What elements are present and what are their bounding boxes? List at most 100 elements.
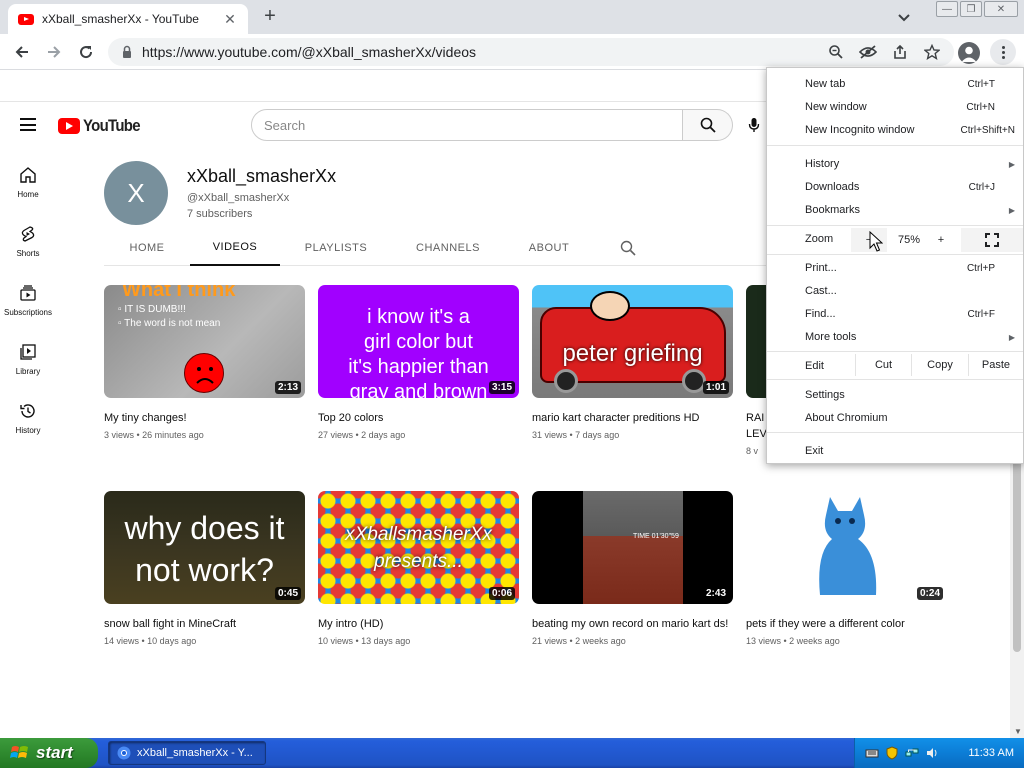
menu-item-settings[interactable]: Settings <box>767 384 1023 406</box>
menu-item-exit[interactable]: Exit <box>767 440 1023 462</box>
video-thumbnail[interactable]: why does it not work? 0:45 <box>104 491 305 604</box>
subscriptions-icon <box>20 285 36 301</box>
eye-slash-icon[interactable] <box>858 42 878 62</box>
video-title[interactable]: beating my own record on mario kart ds! <box>532 616 733 632</box>
menu-item-find[interactable]: Find... Ctrl+F <box>767 303 1023 325</box>
thumb-text: ▫ The word is not mean <box>118 318 221 329</box>
lock-icon[interactable] <box>120 45 134 59</box>
youtube-logo[interactable]: YouTube <box>58 116 148 136</box>
video-card[interactable]: 0:24 pets if they were a different color… <box>746 491 947 646</box>
new-tab-button[interactable]: + <box>258 5 282 29</box>
volume-icon[interactable] <box>925 746 939 760</box>
minimize-button[interactable]: — <box>936 1 958 17</box>
microphone-icon[interactable] <box>748 117 760 133</box>
reload-icon[interactable] <box>74 41 98 63</box>
tab-home[interactable]: HOME <box>104 230 190 266</box>
security-shield-icon[interactable] <box>885 746 899 760</box>
address-bar[interactable]: https://www.youtube.com/@xXball_smasherX… <box>108 38 954 66</box>
guide-item-library[interactable]: Library <box>0 335 56 394</box>
zoom-icon[interactable] <box>826 42 846 62</box>
tab-playlists[interactable]: PLAYLISTS <box>290 230 382 266</box>
menu-item-cast[interactable]: Cast... <box>767 280 1023 302</box>
guide-sidebar: Home Shorts Subscriptions Library Histor… <box>0 158 56 453</box>
tab-search-icon[interactable] <box>892 8 916 28</box>
guide-label: Library <box>15 367 41 376</box>
video-thumbnail[interactable]: xXballsmasherXx presents... 0:06 <box>318 491 519 604</box>
video-card[interactable]: why does it not work? 0:45 snow ball fig… <box>104 491 305 646</box>
menu-item-label: New tab <box>805 78 846 90</box>
clock[interactable]: 11:33 AM <box>968 747 1014 759</box>
menu-item-new-incognito[interactable]: New Incognito window Ctrl+Shift+N <box>767 119 1023 141</box>
tab-close-icon[interactable]: ✕ <box>222 11 238 28</box>
tab-videos[interactable]: VIDEOS <box>190 230 280 266</box>
video-title[interactable]: RAI LEV <box>746 410 766 442</box>
profile-avatar-icon[interactable] <box>958 42 980 64</box>
tab-channels[interactable]: CHANNELS <box>402 230 494 266</box>
guide-item-history[interactable]: History <box>0 394 56 453</box>
menu-item-more-tools[interactable]: More tools ▶ <box>767 326 1023 348</box>
video-card[interactable]: TIME 01'30"59 2:43 beating my own record… <box>532 491 733 646</box>
forward-icon[interactable] <box>42 41 66 63</box>
menu-item-new-tab[interactable]: New tab Ctrl+T <box>767 73 1023 95</box>
close-window-button[interactable]: ✕ <box>984 1 1018 17</box>
zoom-row: Zoom − 75% + <box>767 228 1023 252</box>
home-icon <box>20 167 36 183</box>
video-meta: 27 views • 2 days ago <box>318 430 406 440</box>
video-thumbnail[interactable]: i know it's a girl color but it's happie… <box>318 285 519 398</box>
wheel-icon <box>554 369 578 393</box>
menu-item-new-window[interactable]: New window Ctrl+N <box>767 96 1023 118</box>
fullscreen-button[interactable] <box>961 228 1023 252</box>
share-icon[interactable] <box>890 42 910 62</box>
video-title[interactable]: My tiny changes! <box>104 410 305 426</box>
video-title[interactable]: My intro (HD) <box>318 616 519 632</box>
browser-tab[interactable]: xXball_smasherXx - YouTube ✕ <box>8 4 248 34</box>
video-thumbnail[interactable]: What I think ▫ IT IS DUMB!!! ▫ The word … <box>104 285 305 398</box>
menu-item-history[interactable]: History ▶ <box>767 153 1023 175</box>
search-button[interactable] <box>683 109 733 141</box>
video-thumbnail[interactable]: TIME 01'30"59 2:43 <box>532 491 733 604</box>
cat-illustration <box>796 495 896 600</box>
channel-search-icon[interactable] <box>620 240 636 256</box>
menu-item-bookmarks[interactable]: Bookmarks ▶ <box>767 199 1023 221</box>
guide-label: Home <box>17 190 39 199</box>
video-thumbnail[interactable] <box>746 285 766 398</box>
video-title[interactable]: mario kart character preditions HD <box>532 410 733 426</box>
video-card[interactable]: xXballsmasherXx presents... 0:06 My intr… <box>318 491 519 646</box>
scroll-down-arrow-icon[interactable]: ▼ <box>1014 727 1022 736</box>
menu-shortcut: Ctrl+J <box>968 181 995 193</box>
chrome-menu-button[interactable] <box>990 39 1016 65</box>
channel-avatar[interactable]: X <box>104 161 168 225</box>
video-thumbnail[interactable]: 0:24 <box>746 491 947 604</box>
bookmark-star-icon[interactable] <box>922 42 942 62</box>
video-card[interactable]: i know it's a girl color but it's happie… <box>318 285 519 440</box>
submenu-arrow-icon: ▶ <box>1008 332 1015 342</box>
start-button[interactable]: start <box>0 738 98 768</box>
taskbar-item-chromium[interactable]: xXball_smasherXx - Y... <box>108 741 266 765</box>
network-icon[interactable] <box>905 746 919 760</box>
video-thumbnail[interactable]: peter griefing 1:01 <box>532 285 733 398</box>
video-card[interactable]: peter griefing 1:01 mario kart character… <box>532 285 733 440</box>
video-title[interactable]: Top 20 colors <box>318 410 519 426</box>
menu-item-about[interactable]: About Chromium <box>767 407 1023 429</box>
paste-button[interactable]: Paste <box>968 354 1023 376</box>
cut-button[interactable]: Cut <box>855 354 911 376</box>
video-title[interactable]: pets if they were a different color <box>746 616 947 632</box>
copy-button[interactable]: Copy <box>911 354 968 376</box>
guide-item-shorts[interactable]: Shorts <box>0 217 56 276</box>
menu-shortcut: Ctrl+F <box>967 308 996 320</box>
maximize-button[interactable]: ❐ <box>960 1 982 17</box>
search-input[interactable]: Search <box>251 109 683 141</box>
zoom-in-button[interactable]: + <box>931 228 951 252</box>
keyboard-icon[interactable] <box>865 746 879 760</box>
video-card[interactable]: RAI LEV 8 v <box>746 285 766 456</box>
back-icon[interactable] <box>10 41 34 63</box>
menu-item-print[interactable]: Print... Ctrl+P <box>767 257 1023 279</box>
tab-about[interactable]: ABOUT <box>514 230 584 266</box>
guide-item-home[interactable]: Home <box>0 158 56 217</box>
menu-item-downloads[interactable]: Downloads Ctrl+J <box>767 176 1023 198</box>
guide-item-subscriptions[interactable]: Subscriptions <box>0 276 56 335</box>
windows-taskbar: start xXball_smasherXx - Y... 11:33 AM <box>0 738 1024 768</box>
hamburger-menu-icon[interactable] <box>20 118 36 131</box>
video-title[interactable]: snow ball fight in MineCraft <box>104 616 305 632</box>
video-card[interactable]: What I think ▫ IT IS DUMB!!! ▫ The word … <box>104 285 305 440</box>
